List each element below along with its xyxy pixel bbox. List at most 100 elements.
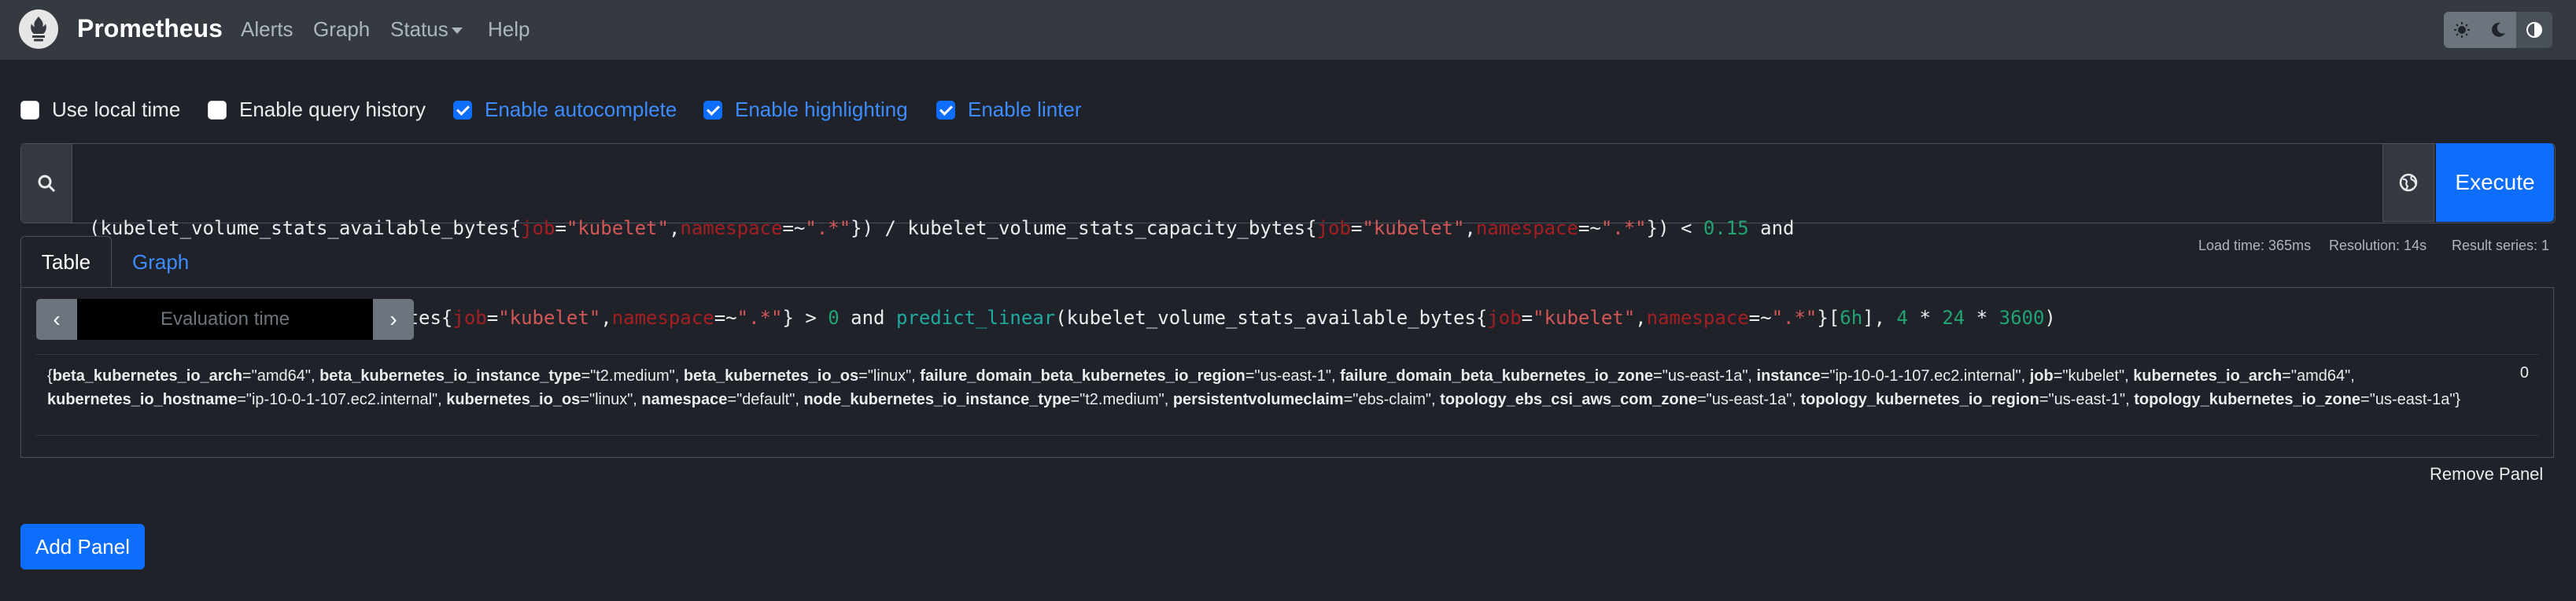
query-token: ".*" [1600, 217, 1647, 239]
linter-option[interactable]: Enable linter [936, 98, 1082, 122]
label-value: ="ebs-claim", [1343, 391, 1441, 408]
label-name: beta_kubernetes_io_instance_type [319, 367, 581, 385]
label-name: namespace [641, 391, 728, 408]
query-token: , [1464, 217, 1476, 239]
label-value: ="us-east-1", [2039, 391, 2135, 408]
tab-graph[interactable]: Graph [132, 250, 189, 275]
add-panel-button[interactable]: Add Panel [20, 524, 145, 570]
query-line-1: (kubelet_volume_stats_available_bytes{jo… [89, 213, 2371, 243]
label-name: failure_domain_beta_kubernetes_io_region [920, 367, 1246, 385]
label-value: ="us-east-1a", [1653, 367, 1757, 385]
label-value: ="amd64", [2282, 367, 2355, 385]
series-labels: {beta_kubernetes_io_arch="amd64", beta_k… [47, 367, 2461, 408]
query-history-option[interactable]: Enable query history [208, 98, 426, 122]
query-token: =~ [782, 217, 806, 239]
query-token: }) / kubelet_volume_stats_capacity_bytes… [851, 217, 1317, 239]
query-token: }) < [1646, 217, 1703, 239]
chevron-left-icon: ‹ [53, 307, 61, 331]
brand-title[interactable]: Prometheus [77, 14, 223, 43]
highlighting-checkbox[interactable] [703, 100, 722, 120]
nav-graph[interactable]: Graph [313, 17, 370, 42]
query-token: = [555, 217, 566, 239]
use-local-time-checkbox[interactable] [20, 100, 39, 120]
query-token: "kubelet" [1362, 217, 1465, 239]
highlighting-label: Enable highlighting [735, 98, 908, 121]
query-token: job [521, 217, 555, 239]
series-value: 0 [2519, 364, 2529, 382]
label-name: instance [1756, 367, 1821, 385]
label-name: beta_kubernetes_io_os [683, 367, 859, 385]
query-token: , [668, 217, 681, 239]
nav-status-label: Status [390, 17, 448, 41]
label-value: ="ip-10-0-1-107.ec2.internal", [237, 391, 447, 408]
execute-button[interactable]: Execute [2436, 143, 2554, 222]
top-navbar: Prometheus Alerts Graph Status Help [0, 0, 2576, 60]
label-value: ="us-east-1a" [2360, 391, 2456, 408]
tab-table[interactable]: Table [20, 236, 112, 288]
evaluation-time-control: ‹ Evaluation time › [36, 299, 414, 340]
nav-help[interactable]: Help [488, 17, 530, 42]
label-name: topology_kubernetes_io_zone [2134, 391, 2361, 408]
light-theme-button[interactable] [2444, 12, 2480, 48]
label-name: beta_kubernetes_io_arch [52, 367, 242, 385]
autocomplete-label: Enable autocomplete [485, 98, 677, 121]
label-value: ="kubelet", [2053, 367, 2134, 385]
remove-panel-button[interactable]: Remove Panel [2430, 464, 2543, 485]
label-name: job [2029, 367, 2054, 385]
use-local-time-label: Use local time [52, 98, 181, 121]
theme-toggle-group [2444, 12, 2552, 48]
evaluation-time-input[interactable]: Evaluation time [77, 299, 373, 340]
query-token: namespace [680, 217, 783, 239]
moon-icon [2492, 22, 2505, 37]
label-value: ="us-east-1a", [1696, 391, 1801, 408]
result-series-stat: Result series: 1 [2452, 238, 2550, 253]
metrics-explorer-button[interactable] [2382, 143, 2434, 222]
label-name: kubernetes_io_hostname [47, 391, 238, 408]
dark-theme-button[interactable] [2480, 12, 2516, 48]
query-token: namespace [1475, 217, 1578, 239]
label-value: ="us-east-1", [1245, 367, 1341, 385]
label-name: topology_ebs_csi_aws_com_zone [1440, 391, 1697, 408]
contrast-icon [2526, 22, 2542, 38]
load-time-stat: Load time: 365ms [2198, 238, 2312, 253]
label-value: ="linux", [858, 367, 921, 385]
auto-theme-button[interactable] [2516, 12, 2552, 48]
chevron-down-icon [451, 28, 463, 35]
label-name: kubernetes_io_os [446, 391, 581, 408]
label-name: failure_domain_beta_kubernetes_io_zone [1340, 367, 1654, 385]
query-editor: (kubelet_volume_stats_available_bytes{jo… [20, 143, 2556, 329]
chevron-right-icon: › [389, 307, 397, 331]
label-value: ="t2.medium", [581, 367, 684, 385]
globe-icon [2399, 173, 2418, 192]
label-value: ="default", [727, 391, 804, 408]
nav-alerts[interactable]: Alerts [241, 17, 293, 42]
label-name: persistentvolumeclaim [1172, 391, 1344, 408]
query-history-checkbox[interactable] [208, 100, 227, 120]
highlighting-option[interactable]: Enable highlighting [703, 98, 908, 122]
eval-prev-button[interactable]: ‹ [36, 299, 77, 340]
sun-icon [2454, 22, 2470, 38]
label-name: node_kubernetes_io_instance_type [803, 391, 1071, 408]
label-value: ="amd64", [242, 367, 320, 385]
prometheus-logo-icon[interactable] [19, 9, 58, 49]
query-history-label: Enable query history [239, 98, 426, 121]
eval-next-button[interactable]: › [373, 299, 414, 340]
autocomplete-option[interactable]: Enable autocomplete [453, 98, 677, 122]
linter-checkbox[interactable] [936, 100, 955, 120]
query-token: and [1748, 217, 1795, 239]
autocomplete-checkbox[interactable] [453, 100, 472, 120]
use-local-time-option[interactable]: Use local time [20, 98, 180, 122]
label-name: topology_kubernetes_io_region [1800, 391, 2039, 408]
label-value: ="t2.medium", [1070, 391, 1173, 408]
nav-status-dropdown[interactable]: Status [390, 17, 463, 42]
query-token: =~ [1578, 217, 1601, 239]
resolution-stat: Resolution: 14s [2329, 238, 2427, 253]
query-token: ".*" [805, 217, 851, 239]
label-value: ="linux", [580, 391, 642, 408]
search-icon-cell [21, 144, 72, 223]
query-token: job [1316, 217, 1351, 239]
label-value: ="ip-10-0-1-107.ec2.internal", [1820, 367, 2030, 385]
query-token: "kubelet" [566, 217, 669, 239]
search-icon [38, 175, 56, 193]
table-row: {beta_kubernetes_io_arch="amd64", beta_k… [36, 354, 2538, 436]
